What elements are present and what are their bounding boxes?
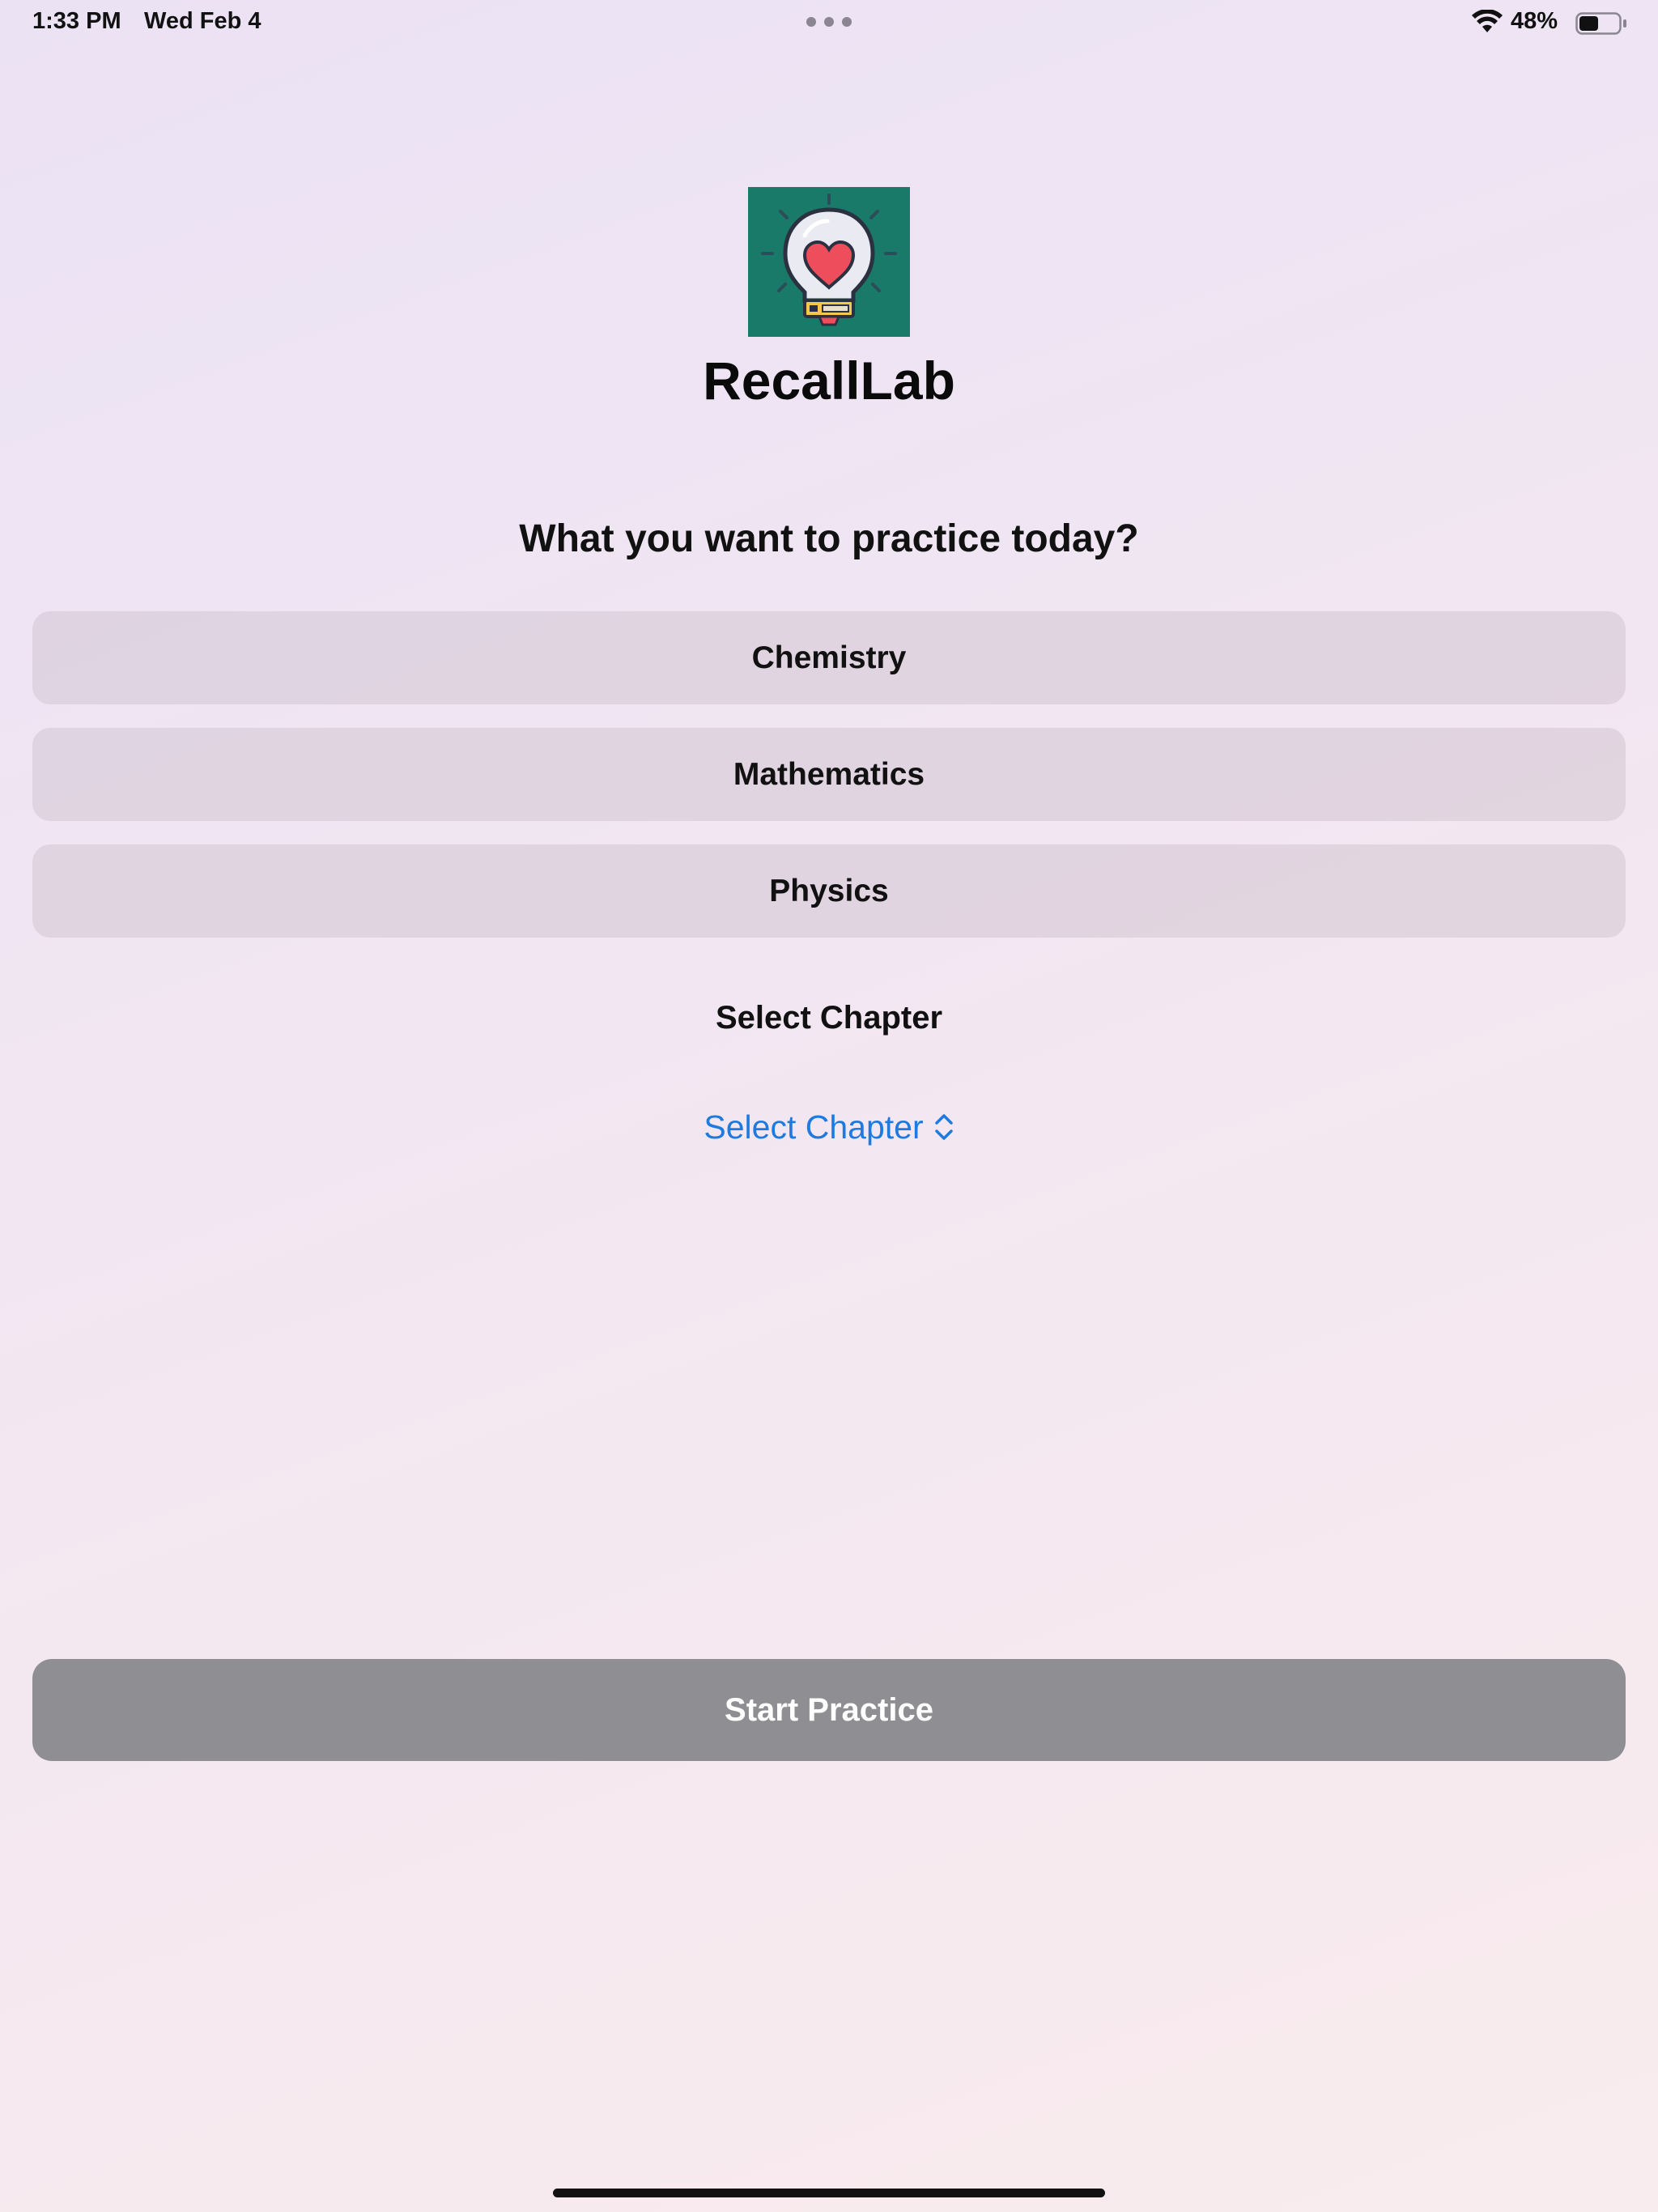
subject-button-physics[interactable]: Physics [32, 844, 1626, 938]
home-indicator[interactable] [553, 2189, 1105, 2197]
chapter-picker[interactable]: Select Chapter [691, 1103, 967, 1151]
lightbulb-heart-icon [748, 187, 910, 337]
chapter-picker-label: Select Chapter [704, 1108, 924, 1146]
status-bar: 1:33 PM Wed Feb 4 48% [0, 0, 1658, 49]
start-practice-button[interactable]: Start Practice [32, 1659, 1626, 1761]
practice-prompt-heading: What you want to practice today? [519, 517, 1139, 560]
app-title: RecallLab [703, 351, 955, 410]
app-logo [748, 187, 910, 337]
battery-icon [1575, 12, 1626, 35]
multitask-menu-icon[interactable] [806, 16, 852, 28]
wifi-icon [1472, 10, 1503, 32]
subject-list: Chemistry Mathematics Physics [32, 611, 1626, 961]
chevron-updown-icon [934, 1114, 953, 1140]
status-date: Wed Feb 4 [144, 8, 261, 34]
battery-fill [1579, 16, 1598, 31]
battery-percent: 48% [1511, 8, 1558, 34]
subject-button-chemistry[interactable]: Chemistry [32, 611, 1626, 704]
status-time: 1:33 PM [32, 8, 121, 34]
chapter-heading: Select Chapter [715, 1000, 943, 1036]
subject-button-mathematics[interactable]: Mathematics [32, 728, 1626, 821]
